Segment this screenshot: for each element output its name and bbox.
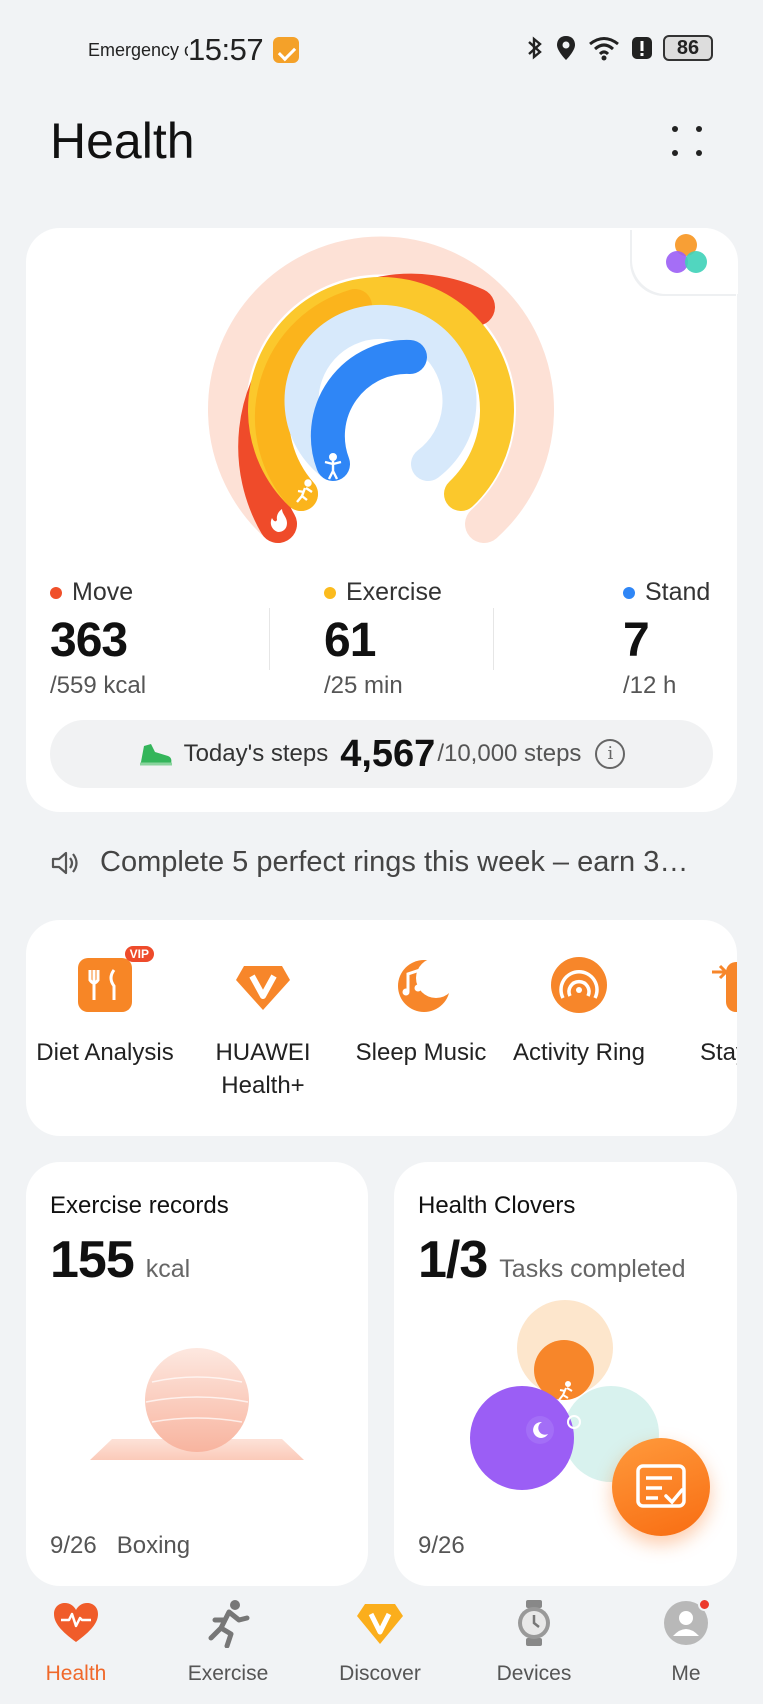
health-clovers-title: Health Clovers	[418, 1192, 576, 1219]
diet-icon: VIP	[72, 946, 154, 1018]
exercise-metric[interactable]: Exercise 61 /25 min	[324, 578, 442, 700]
stand-value: 7	[623, 614, 650, 667]
nav-exercise[interactable]: Exercise	[158, 1598, 298, 1686]
stand-label: Stand	[645, 578, 711, 606]
nav-me[interactable]: Me	[616, 1598, 756, 1686]
service-diet-analysis[interactable]: VIP Diet Analysis	[30, 946, 180, 1069]
stay-plan-icon	[704, 952, 737, 1018]
nav-label: Discover	[339, 1662, 421, 1685]
services-row: VIP Diet Analysis HUAWEI Health+ Sleep M…	[26, 920, 737, 1136]
nav-devices[interactable]: Devices	[464, 1598, 604, 1686]
stand-goal: /12 h	[623, 672, 677, 699]
service-label: Sleep Music	[355, 1039, 487, 1066]
notification-dot	[698, 1598, 711, 1611]
exercise-records-title: Exercise records	[50, 1192, 229, 1219]
nav-label: Health	[45, 1662, 107, 1685]
health-clovers-value: 1/3	[418, 1231, 488, 1289]
shoe-icon	[139, 744, 172, 766]
move-metric[interactable]: Move 363 /559 kcal	[50, 578, 146, 700]
health-clovers-date: 9/26	[418, 1532, 465, 1559]
metric-divider	[269, 608, 270, 670]
exercise-records-date: 9/26	[50, 1532, 97, 1559]
stand-metric[interactable]: Stand 7 /12 h	[623, 578, 710, 700]
service-label: HUAWEI Health+	[215, 1039, 311, 1099]
ring-style-switch[interactable]	[632, 228, 738, 294]
nav-label: Devices	[496, 1662, 572, 1685]
avatar-icon	[661, 1598, 711, 1648]
service-label: Stay Pla	[700, 1039, 737, 1066]
steps-value: 4,567	[340, 732, 436, 775]
exercise-dot	[324, 586, 336, 599]
health-clovers-unit: Tasks completed	[499, 1255, 686, 1283]
exercise-label: Exercise	[346, 578, 442, 606]
service-label: Diet Analysis	[36, 1039, 174, 1066]
nav-label: Exercise	[187, 1662, 269, 1685]
stand-dot	[623, 586, 635, 599]
watch-icon	[509, 1598, 559, 1648]
steps-label: Today's steps	[183, 740, 329, 767]
nav-health[interactable]: Health	[6, 1598, 146, 1686]
service-label: Activity Ring	[512, 1039, 646, 1066]
task-checklist-button[interactable]	[612, 1438, 710, 1536]
steps-goal: /10,000 steps	[437, 740, 582, 767]
service-huawei-health-plus[interactable]: HUAWEI Health+	[188, 952, 338, 1102]
nav-discover[interactable]: Discover	[310, 1598, 450, 1686]
discover-icon	[355, 1598, 405, 1648]
running-icon	[203, 1598, 253, 1649]
exercise-records-card[interactable]: Exercise records 155 kcal 9/26 Boxing	[26, 1162, 368, 1586]
activity-ring-icon	[546, 952, 612, 1018]
service-stay-plan[interactable]: Stay Pla	[662, 952, 737, 1069]
move-label: Move	[72, 578, 134, 606]
info-icon[interactable]: i	[595, 739, 626, 769]
ring-metrics: Move 363 /559 kcal Exercise 61 /25 min S…	[0, 578, 763, 708]
exercise-records-activity: Boxing	[116, 1532, 191, 1559]
nav-label: Me	[671, 1662, 701, 1685]
exercise-records-value: 155	[50, 1231, 135, 1289]
move-value: 363	[50, 614, 128, 667]
steps-summary[interactable]: Today's steps 4,567 /10,000 steps i	[50, 720, 713, 788]
exercise-goal: /25 min	[324, 672, 403, 699]
exercise-value: 61	[324, 614, 376, 667]
move-goal: /559 kcal	[50, 672, 147, 699]
stand-ring-progress	[310, 339, 427, 481]
announcement-text: Complete 5 perfect rings this week – ear…	[100, 846, 689, 878]
exercise-records-unit: kcal	[145, 1255, 191, 1283]
move-dot	[50, 586, 62, 599]
heart-icon	[51, 1598, 101, 1648]
bottom-navigation: Health Exercise Discover Devices Me	[0, 1590, 763, 1704]
huawei-health-plus-icon	[230, 952, 296, 1018]
service-sleep-music[interactable]: Sleep Music	[346, 952, 496, 1069]
sleep-music-icon	[388, 952, 456, 1018]
service-activity-ring[interactable]: Activity Ring	[504, 952, 654, 1069]
checklist-icon	[636, 1464, 686, 1508]
metric-divider	[493, 608, 494, 670]
vip-badge: VIP	[124, 946, 154, 962]
three-circles-icon	[666, 234, 707, 273]
yoga-ball-illustration	[90, 1348, 304, 1460]
speaker-icon	[51, 851, 78, 874]
announcement-banner[interactable]: Complete 5 perfect rings this week – ear…	[50, 846, 730, 879]
